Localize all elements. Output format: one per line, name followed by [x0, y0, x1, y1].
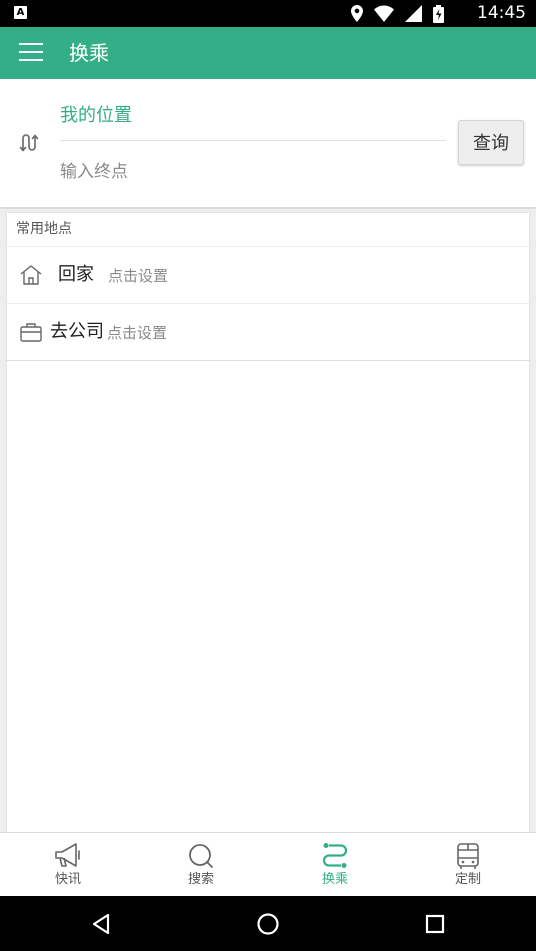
search-icon — [189, 844, 213, 868]
nav-label-news: 快讯 — [54, 872, 81, 887]
transfer-icon — [322, 843, 348, 868]
back-icon[interactable] — [88, 910, 116, 938]
content-area: 常用地点 回家 点击设置 去公司 点击设置 — [0, 209, 536, 832]
swap-route-icon[interactable] — [19, 131, 43, 155]
nav-label-custom: 定制 — [454, 872, 481, 887]
home-icon — [20, 265, 42, 285]
common-places-header: 常用地点 — [7, 213, 529, 247]
place-hint-home: 点击设置 — [108, 267, 169, 285]
app-bar: 换乘 — [0, 27, 536, 79]
location-icon — [350, 5, 363, 22]
common-places-card: 常用地点 回家 点击设置 去公司 点击设置 — [7, 213, 529, 832]
bottom-navigation: 快讯 搜索 换乘 定制 — [0, 832, 536, 896]
hamburger-menu-icon[interactable] — [19, 43, 43, 63]
place-row-home[interactable]: 回家 点击设置 — [7, 247, 529, 304]
status-bar: A 14:45 — [0, 0, 536, 27]
battery-icon — [433, 5, 444, 23]
nav-label-transfer: 换乘 — [321, 872, 348, 887]
destination-field[interactable]: 输入终点 — [60, 157, 446, 187]
place-row-company[interactable]: 去公司 点击设置 — [7, 304, 529, 361]
nav-item-news[interactable]: 快讯 — [1, 833, 135, 897]
place-name-home: 回家 — [58, 264, 94, 285]
origin-field[interactable]: 我的位置 — [60, 101, 446, 141]
home-circle-icon[interactable] — [254, 910, 282, 938]
place-name-company: 去公司 — [50, 321, 104, 342]
query-button[interactable]: 查询 — [458, 120, 524, 165]
wifi-icon — [373, 5, 394, 22]
place-hint-company: 点击设置 — [107, 324, 168, 342]
recents-icon[interactable] — [421, 910, 449, 938]
nav-label-search: 搜索 — [187, 872, 214, 887]
nav-item-custom[interactable]: 定制 — [401, 833, 535, 897]
briefcase-icon — [20, 323, 42, 342]
nav-item-search[interactable]: 搜索 — [134, 833, 268, 897]
bus-icon — [457, 843, 479, 869]
status-clock: 14:45 — [477, 3, 526, 23]
system-status-icons — [345, 5, 444, 23]
nav-item-transfer[interactable]: 换乘 — [268, 833, 402, 897]
route-input-panel: 我的位置 输入终点 查询 — [0, 79, 536, 209]
signal-icon — [404, 5, 422, 22]
app-notification-badge: A — [14, 6, 27, 19]
megaphone-icon — [55, 843, 80, 867]
system-navigation-bar — [0, 896, 536, 951]
page-title: 换乘 — [69, 41, 109, 65]
